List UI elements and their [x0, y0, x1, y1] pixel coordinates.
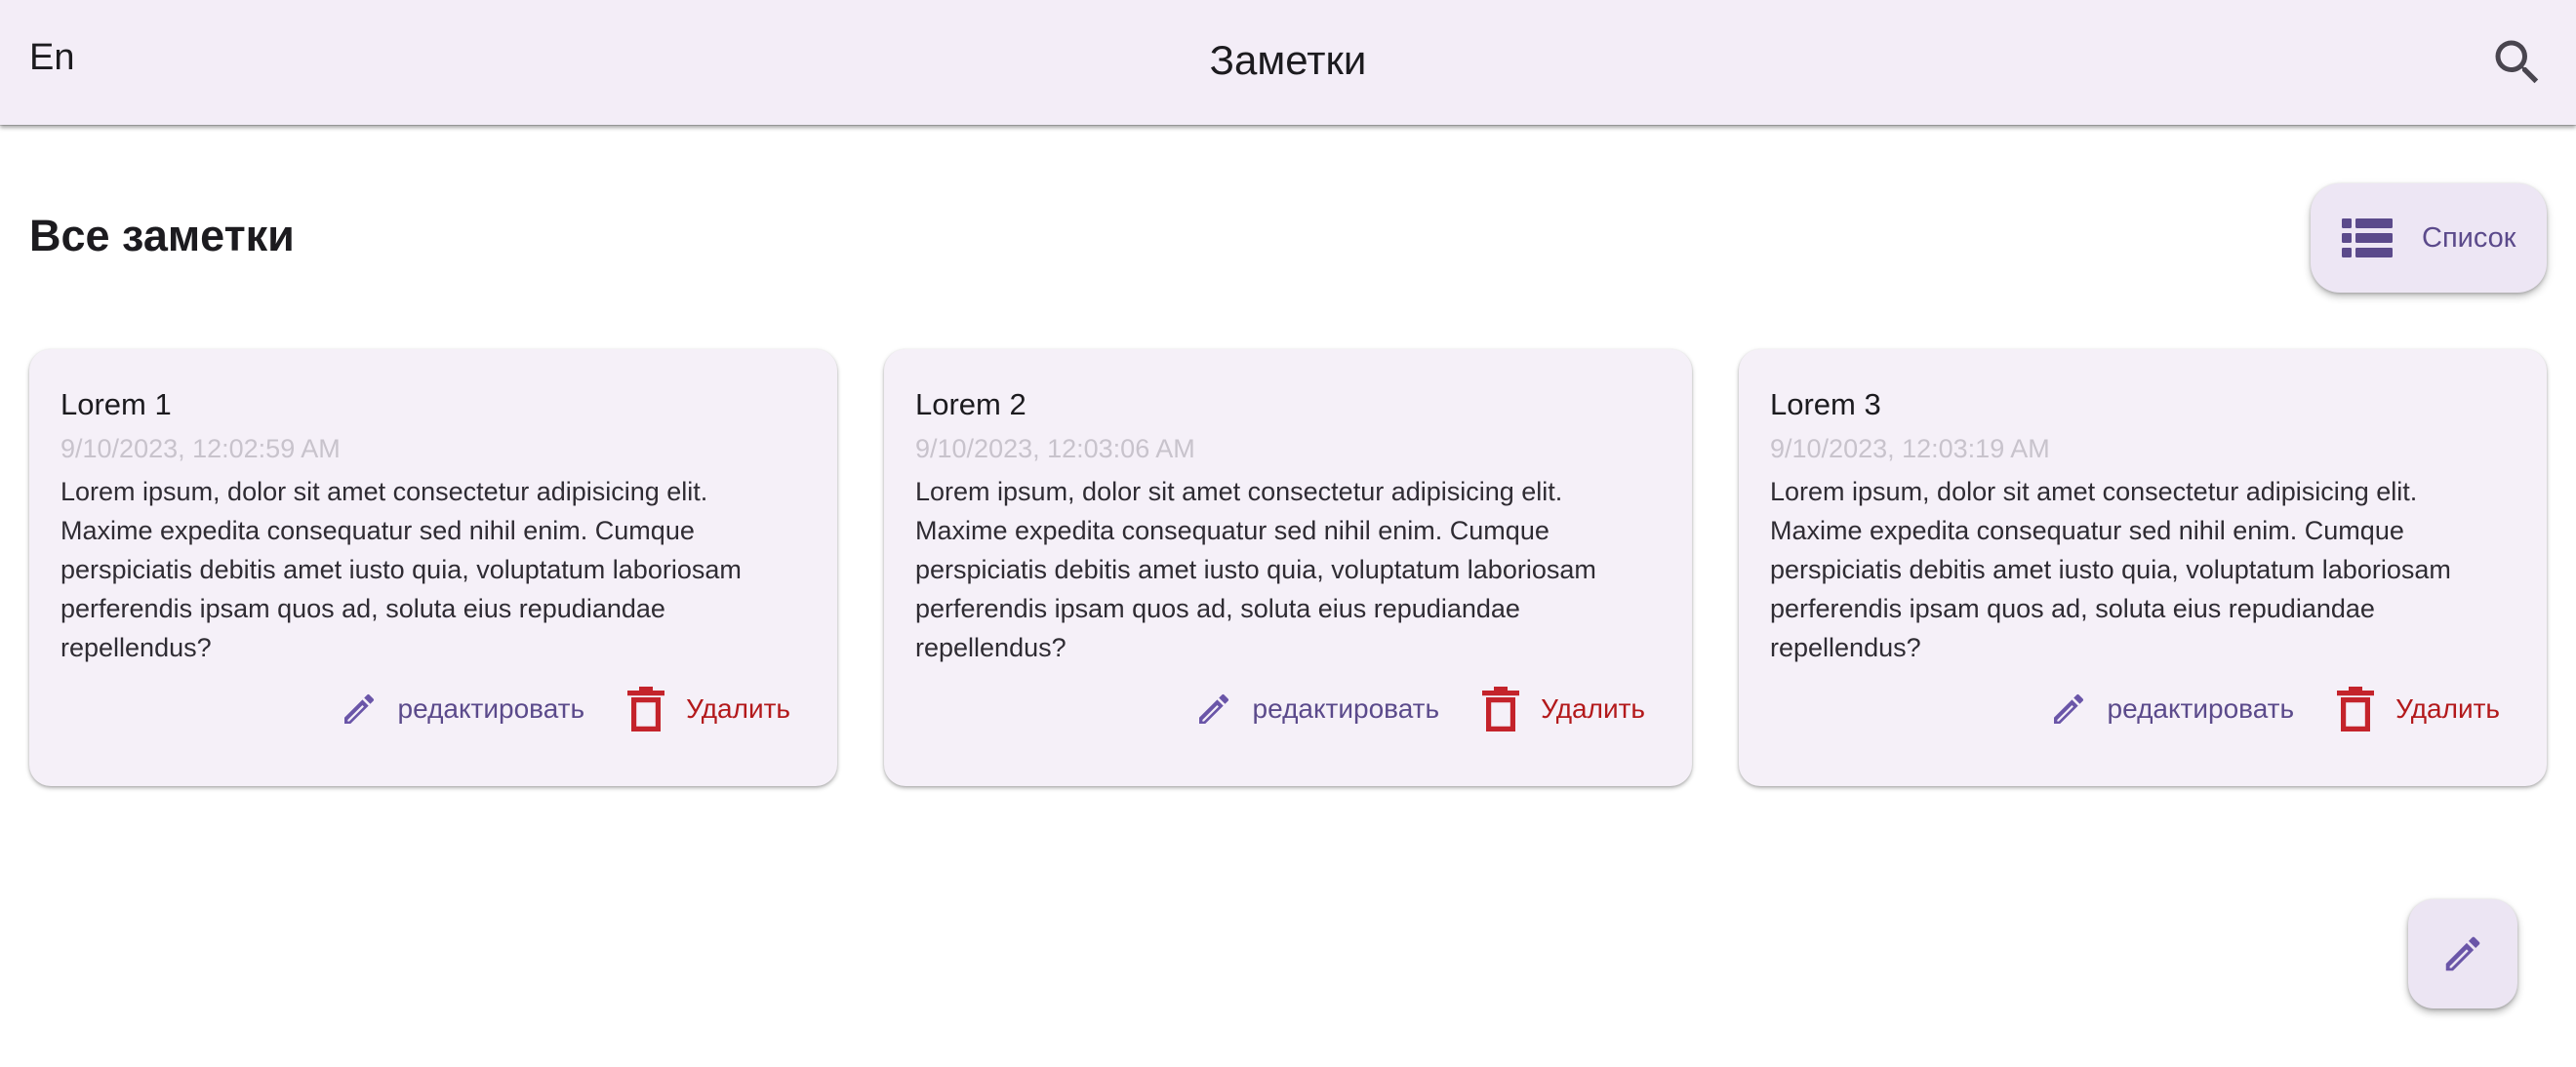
- note-card: Lorem 3 9/10/2023, 12:03:19 AM Lorem ips…: [1739, 349, 2547, 786]
- note-text: Lorem ipsum, dolor sit amet consectetur …: [60, 477, 742, 662]
- note-text: Lorem ipsum, dolor sit amet consectetur …: [1770, 477, 2451, 662]
- delete-note-button[interactable]: Удалить: [1482, 687, 1645, 731]
- section-title: Все заметки: [29, 211, 295, 260]
- note-title: Lorem 3: [1770, 387, 1881, 421]
- search-button[interactable]: [2480, 25, 2555, 99]
- note-actions: редактировать Удалить: [340, 687, 790, 731]
- edit-note-label: редактировать: [397, 693, 585, 724]
- delete-note-label: Удалить: [2395, 693, 2500, 724]
- note-text: Lorem ipsum, dolor sit amet consectetur …: [915, 477, 1596, 662]
- edit-note-button[interactable]: редактировать: [1194, 690, 1440, 729]
- delete-note-button[interactable]: Удалить: [627, 687, 790, 731]
- note-title: Lorem 1: [60, 387, 172, 421]
- delete-note-button[interactable]: Удалить: [2337, 687, 2500, 731]
- app-bar: En Заметки: [0, 0, 2576, 125]
- note-actions: редактировать Удалить: [1194, 687, 1645, 731]
- create-note-fab[interactable]: [2408, 899, 2517, 1008]
- edit-note-label: редактировать: [1252, 693, 1440, 724]
- trash-icon: [1482, 687, 1520, 731]
- view-toggle-label: Список: [2422, 221, 2516, 254]
- note-card: Lorem 1 9/10/2023, 12:02:59 AM Lorem ips…: [29, 349, 837, 786]
- pencil-icon: [1198, 693, 1228, 724]
- pencil-icon: [2053, 693, 2083, 724]
- app-title: Заметки: [1209, 37, 1367, 83]
- delete-note-label: Удалить: [686, 693, 790, 724]
- trash-icon: [627, 687, 665, 731]
- view-toggle-button[interactable]: Список: [2311, 183, 2547, 293]
- note-date: 9/10/2023, 12:03:06 AM: [915, 434, 1195, 463]
- notes-grid: Lorem 1 9/10/2023, 12:02:59 AM Lorem ips…: [29, 349, 2547, 786]
- pencil-icon: [343, 693, 374, 724]
- delete-note-label: Удалить: [1541, 693, 1645, 724]
- note-title: Lorem 2: [915, 387, 1026, 421]
- note-date: 9/10/2023, 12:03:19 AM: [1770, 434, 2050, 463]
- edit-note-button[interactable]: редактировать: [340, 690, 585, 729]
- edit-note-button[interactable]: редактировать: [2049, 690, 2295, 729]
- note-card: Lorem 2 9/10/2023, 12:03:06 AM Lorem ips…: [884, 349, 1692, 786]
- list-icon: [2342, 218, 2393, 257]
- edit-note-label: редактировать: [2107, 693, 2295, 724]
- note-actions: редактировать Удалить: [2049, 687, 2500, 731]
- note-date: 9/10/2023, 12:02:59 AM: [60, 434, 341, 463]
- search-icon: [2495, 40, 2539, 84]
- trash-icon: [2337, 687, 2375, 731]
- pencil-icon: [2445, 936, 2480, 971]
